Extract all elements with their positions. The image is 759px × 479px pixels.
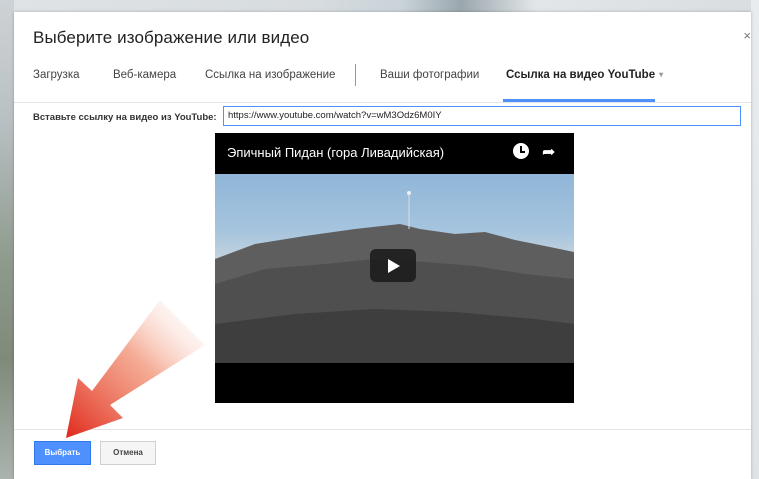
clock-icon[interactable] xyxy=(513,143,529,159)
chevron-down-icon[interactable]: ▾ xyxy=(659,70,663,79)
active-tab-indicator xyxy=(503,99,655,102)
video-preview[interactable]: Эпичный Пидан (гора Ливадийская) ➦ xyxy=(215,133,574,403)
tab-your-photos[interactable]: Ваши фотографии xyxy=(380,69,479,81)
close-icon[interactable]: × xyxy=(743,28,751,43)
tab-webcam[interactable]: Веб-камера xyxy=(113,69,176,81)
background-page-left xyxy=(0,0,14,479)
select-button[interactable]: Выбрать xyxy=(34,441,91,465)
tab-divider xyxy=(355,64,356,86)
background-page-top xyxy=(14,0,759,12)
youtube-url-input[interactable]: https://www.youtube.com/watch?v=wM3Odz6M… xyxy=(223,106,741,126)
media-picker-dialog: Выберите изображение или видео × Загрузк… xyxy=(14,12,751,479)
background-page-right xyxy=(751,0,759,479)
tab-youtube-link[interactable]: Ссылка на видео YouTube ▾ xyxy=(506,69,663,81)
play-icon[interactable] xyxy=(370,249,416,282)
tab-image-link[interactable]: Ссылка на изображение xyxy=(205,69,335,81)
dialog-title: Выберите изображение или видео xyxy=(33,28,310,47)
tab-upload[interactable]: Загрузка xyxy=(33,69,80,81)
tab-youtube-link-label: Ссылка на видео YouTube xyxy=(506,69,656,81)
cancel-button[interactable]: Отмена xyxy=(100,441,156,465)
share-icon[interactable]: ➦ xyxy=(542,142,555,162)
tab-bar: Загрузка Веб-камера Ссылка на изображени… xyxy=(14,62,751,103)
video-title: Эпичный Пидан (гора Ливадийская) xyxy=(227,145,445,160)
url-field-label: Вставьте ссылку на видео из YouTube: xyxy=(33,112,217,123)
footer-divider xyxy=(14,429,751,430)
